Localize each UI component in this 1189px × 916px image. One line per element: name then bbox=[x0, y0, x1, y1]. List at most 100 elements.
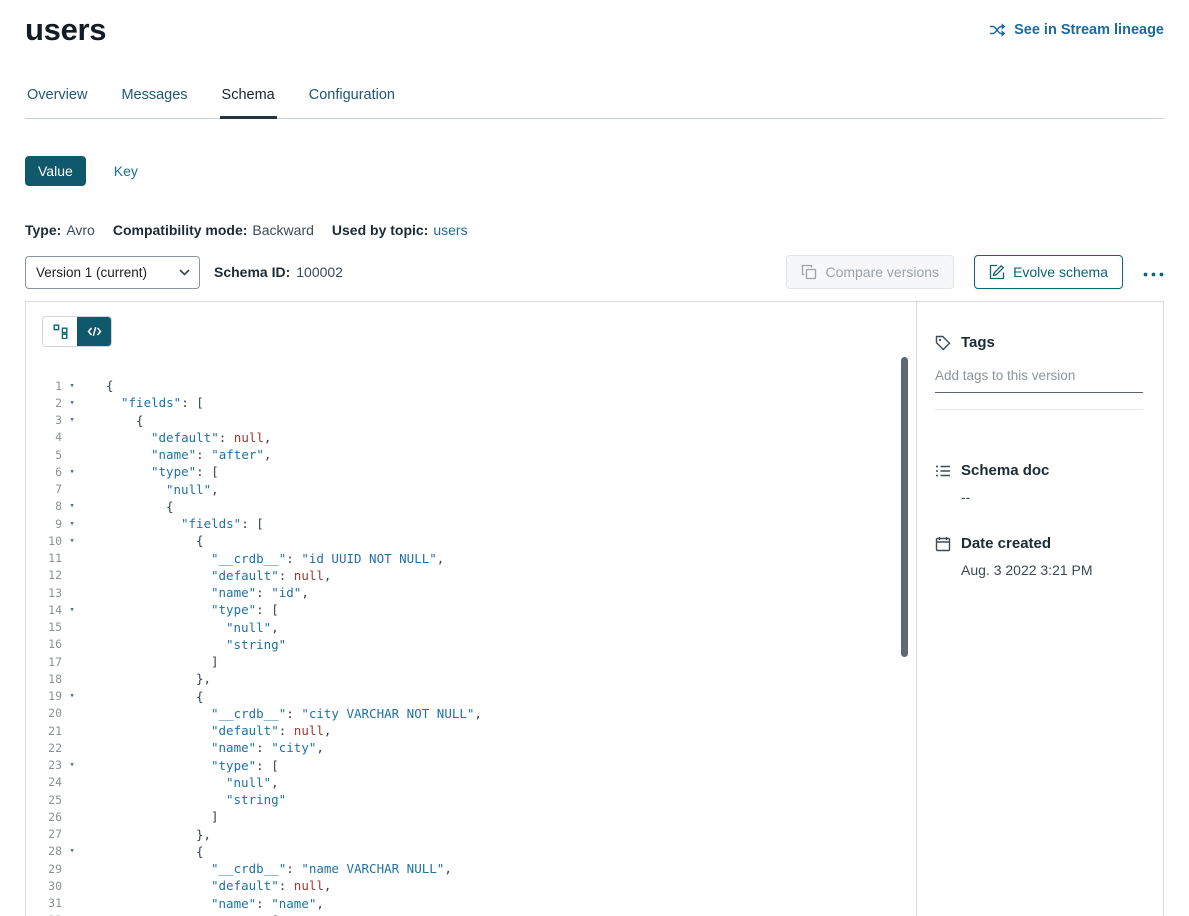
code-text: "name": "name", bbox=[82, 896, 324, 911]
fold-chevron-down-icon[interactable]: ▾ bbox=[62, 846, 82, 856]
tab-overview[interactable]: Overview bbox=[25, 81, 89, 118]
code-text: ] bbox=[82, 654, 219, 669]
overflow-menu-button[interactable] bbox=[1143, 261, 1164, 284]
fold-chevron-down-icon[interactable]: ▾ bbox=[62, 467, 82, 477]
fold-chevron-down-icon[interactable]: ▾ bbox=[62, 415, 82, 425]
code-text: "__crdb__": "name VARCHAR NULL", bbox=[82, 861, 452, 876]
schema-id-value: 100002 bbox=[296, 264, 343, 280]
tab-messages[interactable]: Messages bbox=[119, 81, 189, 118]
value-toggle-button[interactable]: Value bbox=[25, 156, 86, 186]
meta-compatibility: Compatibility mode: Backward bbox=[113, 222, 314, 238]
line-number: 23 bbox=[26, 758, 62, 772]
fold-chevron-down-icon[interactable]: ▾ bbox=[62, 605, 82, 615]
line-number: 5 bbox=[26, 448, 62, 462]
code-line: 7 "null", bbox=[26, 481, 916, 498]
code-text: "type": [ bbox=[82, 758, 279, 773]
calendar-icon bbox=[935, 536, 951, 552]
code-line: 16"string" bbox=[26, 636, 916, 653]
line-number: 2 bbox=[26, 396, 62, 410]
code-line: 5"name": "after", bbox=[26, 446, 916, 463]
code-text: "__crdb__": "id UUID NOT NULL", bbox=[82, 551, 444, 566]
fold-chevron-down-icon[interactable]: ▾ bbox=[62, 501, 82, 511]
code-line: 27}, bbox=[26, 826, 916, 843]
topic-link[interactable]: users bbox=[433, 222, 467, 238]
key-toggle-button[interactable]: Key bbox=[114, 163, 138, 179]
line-number: 19 bbox=[26, 689, 62, 703]
code-line: 17] bbox=[26, 653, 916, 670]
compatibility-label: Compatibility mode: bbox=[113, 222, 248, 238]
code-text: "default": null, bbox=[82, 878, 331, 893]
line-number: 15 bbox=[26, 620, 62, 634]
stream-lineage-link[interactable]: See in Stream lineage bbox=[989, 22, 1164, 38]
fold-chevron-down-icon[interactable]: ▾ bbox=[62, 398, 82, 408]
code-text: "__crdb__": "city VARCHAR NOT NULL", bbox=[82, 706, 482, 721]
fold-chevron-down-icon[interactable]: ▾ bbox=[62, 760, 82, 770]
tree-view-button[interactable] bbox=[43, 317, 77, 346]
code-text: "fields": [ bbox=[82, 395, 204, 410]
code-line: 19▾{ bbox=[26, 688, 916, 705]
evolve-schema-button[interactable]: Evolve schema bbox=[974, 255, 1123, 289]
list-icon bbox=[935, 463, 951, 479]
code-line: 20"__crdb__": "city VARCHAR NOT NULL", bbox=[26, 705, 916, 722]
fold-chevron-down-icon[interactable]: ▾ bbox=[62, 691, 82, 701]
evolve-schema-label: Evolve schema bbox=[1013, 264, 1108, 280]
schema-id-label: Schema ID: bbox=[214, 264, 290, 280]
code-editor[interactable]: 1▾{2▾"fields": [3▾{4"default": null,5"na… bbox=[26, 377, 916, 916]
tab-bar: Overview Messages Schema Configuration bbox=[25, 81, 1164, 119]
tab-schema[interactable]: Schema bbox=[220, 81, 277, 118]
code-text: "null", bbox=[82, 620, 279, 635]
code-line: 1▾{ bbox=[26, 377, 916, 394]
version-select-wrap: Version 1 (current) bbox=[25, 256, 200, 289]
vertical-scrollbar[interactable] bbox=[901, 357, 908, 657]
page-title: users bbox=[25, 12, 106, 48]
line-number: 8 bbox=[26, 499, 62, 513]
code-view-button[interactable] bbox=[77, 317, 111, 346]
code-line: 25"string" bbox=[26, 791, 916, 808]
line-number: 28 bbox=[26, 844, 62, 858]
line-number: 7 bbox=[26, 482, 62, 496]
line-number: 25 bbox=[26, 793, 62, 807]
schema-doc-header: Schema doc bbox=[935, 462, 1143, 479]
tag-icon bbox=[935, 335, 951, 351]
tree-view-icon bbox=[53, 324, 68, 339]
code-text: "null", bbox=[82, 482, 219, 497]
version-actions: Compare versions Evolve schema bbox=[786, 255, 1164, 289]
stream-lineage-icon bbox=[989, 23, 1006, 37]
line-number: 13 bbox=[26, 586, 62, 600]
code-text: "name": "city", bbox=[82, 740, 324, 755]
line-number: 4 bbox=[26, 430, 62, 444]
line-number: 16 bbox=[26, 637, 62, 651]
line-number: 9 bbox=[26, 517, 62, 531]
code-line: 23▾"type": [ bbox=[26, 757, 916, 774]
fold-chevron-down-icon[interactable]: ▾ bbox=[62, 381, 82, 391]
code-text: { bbox=[82, 413, 144, 428]
code-line: 15 "null", bbox=[26, 619, 916, 636]
line-number: 6 bbox=[26, 465, 62, 479]
schema-doc-title: Schema doc bbox=[961, 462, 1049, 479]
ellipsis-icon bbox=[1143, 272, 1164, 277]
date-created-section: Date created Aug. 3 2022 3:21 PM bbox=[935, 535, 1143, 578]
line-number: 11 bbox=[26, 551, 62, 565]
tab-configuration[interactable]: Configuration bbox=[307, 81, 397, 118]
code-line: 13 "name": "id", bbox=[26, 584, 916, 601]
add-tags-input[interactable] bbox=[935, 368, 1143, 393]
meta-type: Type: Avro bbox=[25, 222, 95, 238]
schema-editor: 1▾{2▾"fields": [3▾{4"default": null,5"na… bbox=[26, 302, 916, 916]
line-number: 26 bbox=[26, 810, 62, 824]
code-text: "fields": [ bbox=[82, 516, 264, 531]
compare-versions-button[interactable]: Compare versions bbox=[786, 255, 954, 289]
fold-chevron-down-icon[interactable]: ▾ bbox=[62, 519, 82, 529]
edit-icon bbox=[989, 264, 1005, 280]
fold-chevron-down-icon[interactable]: ▾ bbox=[62, 536, 82, 546]
code-line: 24"null", bbox=[26, 774, 916, 791]
code-text: "name": "id", bbox=[82, 585, 309, 600]
schema-doc-section: Schema doc -- bbox=[935, 462, 1143, 505]
version-bar: Version 1 (current) Schema ID: 100002 Co… bbox=[25, 255, 1164, 289]
line-number: 3 bbox=[26, 413, 62, 427]
line-number: 27 bbox=[26, 827, 62, 841]
value-key-toggle: Value Key bbox=[25, 156, 1164, 186]
code-line: 9▾"fields": [ bbox=[26, 515, 916, 532]
code-line: 28▾{ bbox=[26, 843, 916, 860]
code-text: }, bbox=[82, 827, 211, 842]
version-select[interactable]: Version 1 (current) bbox=[25, 256, 200, 289]
